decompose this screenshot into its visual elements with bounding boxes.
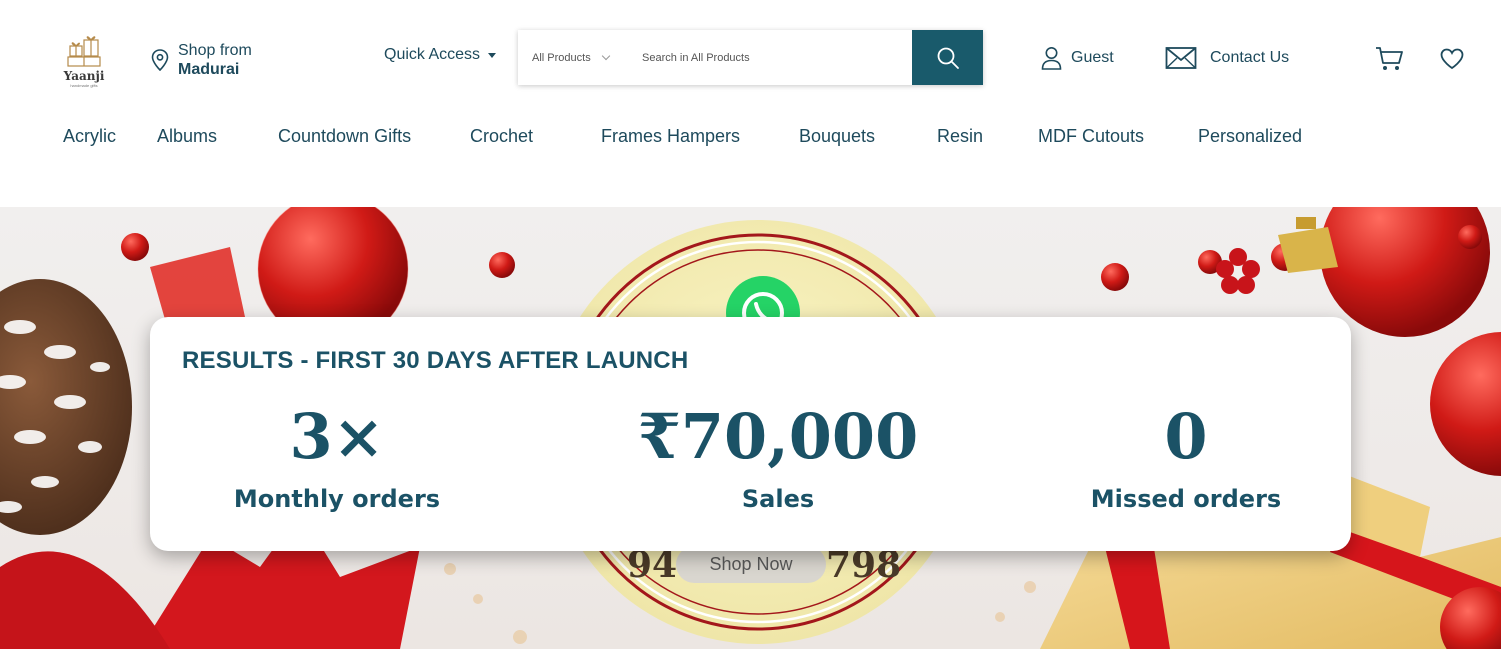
search-input[interactable] bbox=[630, 30, 912, 85]
quick-access-menu[interactable]: Quick Access bbox=[384, 46, 497, 64]
account-link[interactable]: Guest bbox=[1041, 46, 1114, 70]
stat-sales: ₹70,000 Sales bbox=[598, 400, 958, 514]
page: Yaanji handmade gifts Shop from Madurai … bbox=[0, 0, 1501, 649]
heart-icon bbox=[1440, 48, 1464, 70]
nav-item-personalized[interactable]: Personalized bbox=[1198, 126, 1302, 147]
stat-missed-orders: 0 Missed orders bbox=[1056, 400, 1316, 514]
stat-label: Sales bbox=[741, 485, 815, 513]
search-category-value: All Products bbox=[532, 51, 591, 64]
results-title: RESULTS - FIRST 30 DAYS AFTER LAUNCH bbox=[182, 347, 689, 374]
shop-now-button[interactable]: Shop Now bbox=[676, 546, 826, 583]
search-icon bbox=[937, 47, 959, 69]
wishlist-button[interactable] bbox=[1440, 48, 1464, 75]
stat-value: 3× bbox=[289, 400, 385, 473]
stat-label: Missed orders bbox=[1090, 485, 1282, 513]
location-city: Madurai bbox=[178, 61, 240, 78]
gift-box-icon bbox=[67, 36, 101, 67]
cart-icon bbox=[1376, 47, 1403, 70]
mail-icon bbox=[1165, 47, 1197, 69]
account-label: Guest bbox=[1071, 49, 1114, 66]
quick-access-label: Quick Access bbox=[384, 46, 481, 63]
cart-button[interactable] bbox=[1375, 46, 1403, 77]
contact-link[interactable]: Contact Us bbox=[1165, 46, 1289, 70]
stat-label: Monthly orders bbox=[233, 485, 441, 513]
category-nav: Acrylic Albums Countdown Gifts Crochet F… bbox=[0, 126, 1501, 152]
nav-item-countdown-gifts[interactable]: Countdown Gifts bbox=[278, 126, 411, 147]
nav-item-resin[interactable]: Resin bbox=[937, 126, 983, 147]
brand-logo[interactable]: Yaanji handmade gifts bbox=[58, 32, 110, 92]
shop-location-selector[interactable]: Shop from Madurai bbox=[151, 40, 252, 80]
stat-value: ₹70,000 bbox=[637, 400, 919, 473]
logo-text: Yaanji bbox=[63, 69, 105, 83]
chevron-down-icon bbox=[601, 51, 610, 60]
nav-item-bouquets[interactable]: Bouquets bbox=[799, 126, 875, 147]
user-icon bbox=[1041, 47, 1062, 70]
site-header: Yaanji handmade gifts Shop from Madurai … bbox=[0, 0, 1501, 207]
stat-monthly-orders: 3× Monthly orders bbox=[197, 400, 477, 514]
search-bar: All Products bbox=[518, 30, 983, 85]
location-prefix: Shop from bbox=[178, 42, 252, 59]
logo-tagline: handmade gifts bbox=[70, 83, 98, 88]
search-button[interactable] bbox=[912, 30, 983, 85]
nav-item-albums[interactable]: Albums bbox=[157, 126, 217, 147]
map-pin-icon bbox=[151, 49, 169, 71]
contact-label: Contact Us bbox=[1210, 49, 1290, 66]
results-card: RESULTS - FIRST 30 DAYS AFTER LAUNCH 3× … bbox=[150, 317, 1351, 551]
nav-item-acrylic[interactable]: Acrylic bbox=[63, 126, 116, 147]
nav-item-crochet[interactable]: Crochet bbox=[470, 126, 533, 147]
nav-item-mdf-cutouts[interactable]: MDF Cutouts bbox=[1038, 126, 1144, 147]
stat-value: 0 bbox=[1164, 400, 1208, 473]
caret-down-icon bbox=[488, 52, 497, 58]
nav-item-frames-hampers[interactable]: Frames Hampers bbox=[601, 126, 740, 147]
search-category-select[interactable]: All Products bbox=[518, 30, 630, 85]
